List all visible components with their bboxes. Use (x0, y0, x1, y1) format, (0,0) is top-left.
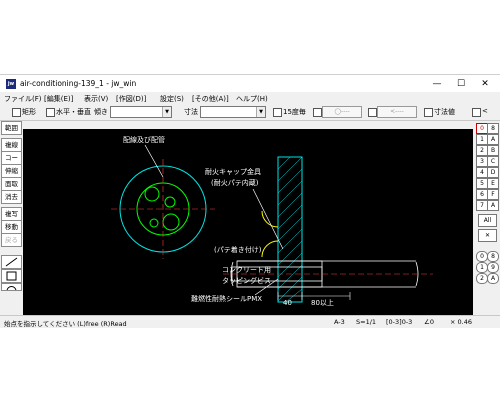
rect-label: 矩形 (22, 108, 36, 116)
angle-value[interactable]: ∠0 (424, 318, 434, 326)
hv-label: 水平・垂直 (56, 108, 91, 116)
tool-extend[interactable]: 伸縮 (1, 164, 22, 178)
layer-a[interactable]: A (487, 134, 499, 145)
circle-line-button[interactable]: ◯---- (322, 106, 362, 118)
cap-label-1: 耐火キャップ金具 (205, 167, 261, 176)
hv-checkbox[interactable] (46, 108, 55, 117)
minimize-button[interactable]: — (430, 78, 444, 90)
wall-hatch (277, 156, 303, 303)
seal-label: 難燃性耐熱シールPMX (191, 294, 262, 303)
layer-8[interactable]: 8 (487, 123, 499, 134)
tool-move[interactable]: 移動 (1, 220, 22, 234)
arrow-line-button[interactable]: <---- (377, 106, 417, 118)
pipe-section-view: 配線及び配管 (111, 135, 215, 259)
window-title: air-conditioning-139_1 - jw_win (20, 79, 137, 88)
close-button[interactable]: ✕ (478, 78, 492, 90)
zoom-value[interactable]: × 0.46 (450, 318, 472, 326)
layer-e[interactable]: E (487, 178, 499, 189)
rectangle-icon (6, 271, 17, 281)
tool-chamfer[interactable]: 面取 (1, 177, 22, 191)
dim-label: 寸法 (184, 108, 198, 116)
dim-combo[interactable]: ▼ (200, 106, 266, 118)
layer-b[interactable]: B (487, 145, 499, 156)
dimvalue-checkbox[interactable] (424, 108, 433, 117)
wall-section-view: 耐火キャップ金具 (耐火パテ内蔵) 難燃性耐熱シールPMX (191, 156, 433, 303)
circle-tool-button[interactable] (1, 283, 22, 291)
right-layer-panel: 0 8 1 A 2 B 3 C 4 D 5 E 6 F 7 A All ✕ 0 … (474, 121, 500, 315)
maximize-button[interactable]: ☐ (454, 78, 468, 90)
group-9[interactable]: 9 (487, 262, 499, 273)
layer-f[interactable]: F (487, 189, 499, 200)
app-window: jw air-conditioning-139_1 - jw_win — ☐ ✕… (0, 74, 500, 328)
menu-view[interactable]: 表示(V) (84, 94, 108, 104)
tool-erase[interactable]: 消去 (1, 190, 22, 204)
lt-checkbox[interactable] (472, 108, 481, 117)
group-8[interactable]: 8 (487, 251, 499, 262)
left-tool-panel: 範囲 複線 コーナー 伸縮 面取 消去 複写 移動 戻る (0, 121, 22, 315)
menu-edit[interactable]: [編集(E)] (44, 94, 73, 104)
chevron-down-icon: ▼ (162, 107, 171, 117)
layer-a2[interactable]: A (487, 200, 499, 211)
lt-label: < (482, 107, 488, 115)
status-bar: 始点を指示してください (L)free (R)Read A-3 S=1/1 [0… (0, 315, 500, 328)
pipe-circle-1 (144, 186, 160, 202)
jw-app-icon: jw (6, 79, 16, 89)
cad-drawing: 配線及び配管 耐火キャップ金具 (耐火パテ内蔵) 難燃性耐熱シールPMX (111, 135, 433, 303)
drawing-canvas[interactable]: 配線及び配管 耐火キャップ金具 (耐火パテ内蔵) 難燃性耐熱シールPMX (23, 129, 473, 315)
tool-undo[interactable]: 戻る (1, 233, 22, 247)
menu-bar: ファイル(F) [編集(E)] 表示(V) [作図(D)] 設定(S) [その他… (0, 92, 500, 104)
cap-label-2: (耐火パテ内蔵) (211, 178, 259, 187)
pipe-circle-3 (162, 213, 180, 231)
menu-file[interactable]: ファイル(F) (4, 94, 42, 104)
rect-checkbox[interactable] (12, 108, 21, 117)
tool-corner[interactable]: コーナー (1, 151, 22, 174)
paper-size[interactable]: A-3 (334, 318, 345, 326)
cap-lower-arc (261, 210, 279, 228)
arrow-line-checkbox[interactable] (368, 108, 377, 117)
tool-copy[interactable]: 複写 (1, 207, 22, 221)
circle-line-checkbox[interactable] (313, 108, 322, 117)
layer-d[interactable]: D (487, 167, 499, 178)
line-tool-button[interactable] (1, 255, 22, 269)
slope-combo[interactable]: ▼ (110, 106, 172, 118)
every15-checkbox[interactable] (273, 108, 282, 117)
piping-leader (144, 144, 164, 178)
menu-settings[interactable]: 設定(S) (160, 94, 184, 104)
title-bar: jw air-conditioning-139_1 - jw_win — ☐ ✕ (0, 75, 500, 92)
chevron-down-icon: ▼ (256, 107, 265, 117)
layer-c[interactable]: C (487, 156, 499, 167)
close-icon[interactable]: ✕ (478, 229, 497, 242)
pipe-circle-4 (149, 218, 159, 228)
circle-icon (6, 286, 17, 290)
layer-status[interactable]: [0-3]0-3 (386, 318, 412, 326)
all-layers-button[interactable]: All (478, 214, 497, 227)
scale-value[interactable]: S=1/1 (356, 318, 376, 326)
dimvalue-label: 寸法値 (434, 108, 455, 116)
pipe-circle-2 (164, 196, 176, 208)
status-message: 始点を指示してください (L)free (R)Read (4, 320, 127, 328)
group-a[interactable]: A (487, 273, 499, 284)
menu-other[interactable]: [その他(A)] (192, 94, 229, 104)
cap-upper-arc (261, 240, 279, 258)
piping-label: 配線及び配管 (123, 135, 165, 144)
line-icon (5, 257, 18, 267)
menu-draw[interactable]: [作図(D)] (116, 94, 146, 104)
slope-label: 傾き (94, 108, 108, 116)
tool-options-bar: 矩形 水平・垂直 傾き ▼ 寸法 ▼ 15度毎 ◯---- <---- 寸法値 … (0, 104, 500, 121)
tool-range[interactable]: 範囲 (1, 121, 22, 135)
menu-help[interactable]: ヘルプ(H) (236, 94, 268, 104)
rect-tool-button[interactable] (1, 269, 22, 283)
tool-offset[interactable]: 複線 (1, 138, 22, 152)
every15-label: 15度毎 (283, 108, 306, 116)
